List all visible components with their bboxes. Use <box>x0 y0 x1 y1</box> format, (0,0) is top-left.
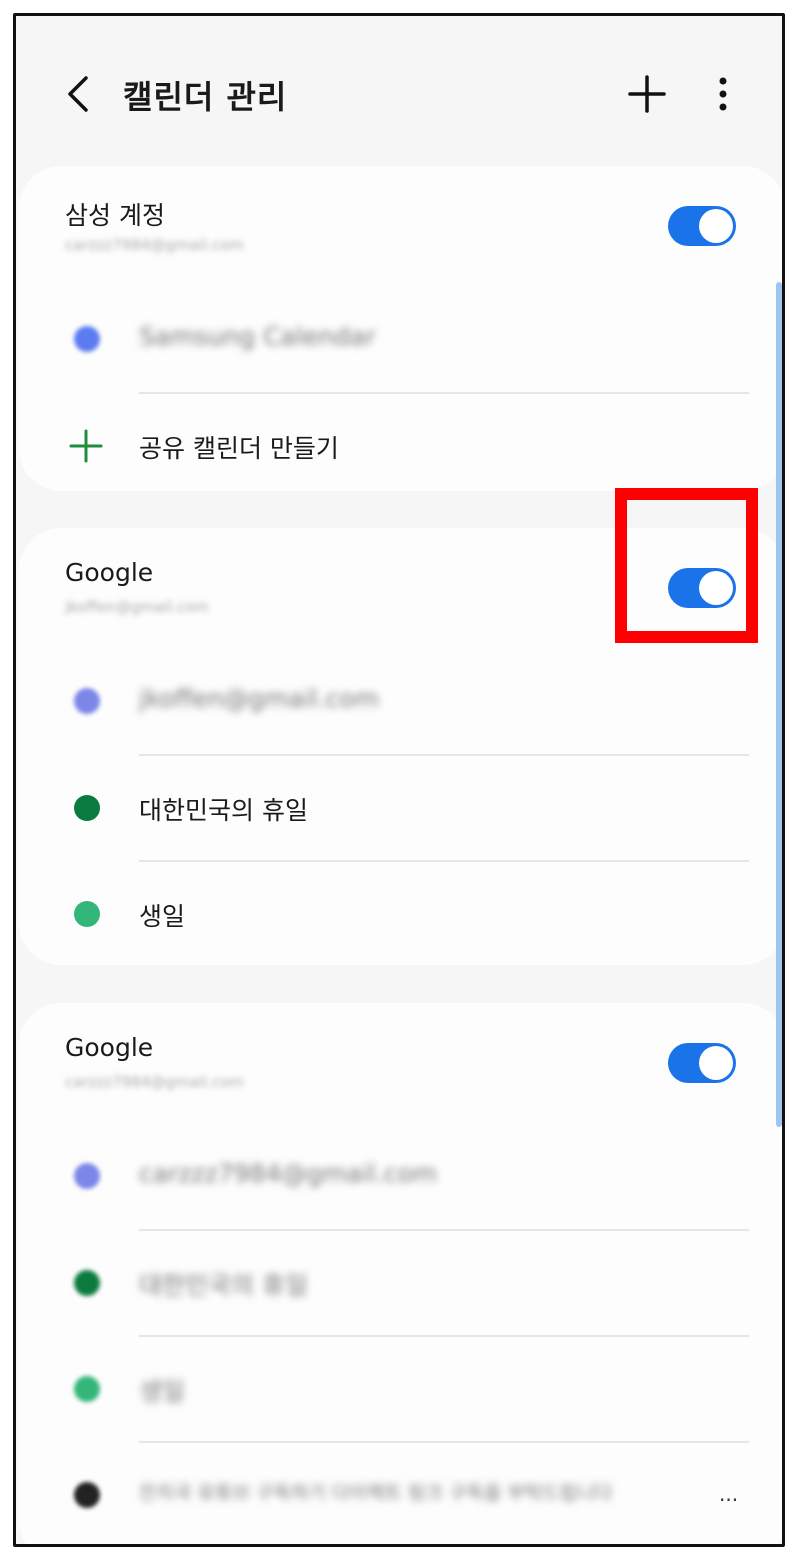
plus-icon[interactable] <box>627 74 667 114</box>
create-shared-calendar-label: 공유 캘린더 만들기 <box>139 434 339 463</box>
account-name: Google <box>65 1033 154 1062</box>
calendar-label: jkoffen@gmail.com <box>139 684 380 713</box>
account-email: carzzz7984@gmail.com <box>65 1073 244 1091</box>
calendar-color-dot <box>74 1270 100 1296</box>
account-email: jkoffen@gmail.com <box>65 598 210 616</box>
plus-icon <box>69 429 103 463</box>
account-card-google-2: Google carzzz7984@gmail.com carzzz7984@g… <box>19 1003 782 1544</box>
calendar-label: carzzz7984@gmail.com <box>139 1159 438 1188</box>
screen-frame: 캘린더 관리 삼성 계정 carzzz7984@gmail.com Samsun… <box>13 13 785 1547</box>
account-sync-toggle[interactable] <box>668 1043 736 1083</box>
page-title: 캘린더 관리 <box>123 78 288 116</box>
calendar-row[interactable]: 대한민국의 휴일 <box>19 755 782 861</box>
calendar-row[interactable]: 잔치국 유튜브 구독하기 다이렉트 링크 구독을 부탁드립니다 ... <box>19 1442 782 1544</box>
calendar-label: 생일 <box>139 902 186 931</box>
account-name: Google <box>65 558 154 587</box>
calendar-color-dot <box>74 795 100 821</box>
calendar-row[interactable]: 생일 <box>19 1336 782 1442</box>
calendar-row[interactable]: Samsung Calendar <box>19 286 782 392</box>
more-vertical-icon[interactable] <box>708 74 738 114</box>
account-email: carzzz7984@gmail.com <box>65 236 244 254</box>
app-bar: 캘린더 관리 <box>16 16 782 166</box>
calendar-label: 생일 <box>139 1377 186 1406</box>
calendar-color-dot <box>74 326 100 352</box>
create-shared-calendar-row[interactable]: 공유 캘린더 만들기 <box>19 393 782 499</box>
calendar-row[interactable]: carzzz7984@gmail.com <box>19 1123 782 1229</box>
calendar-label: 대한민국의 휴일 <box>139 1271 308 1300</box>
calendar-color-dot <box>74 688 100 714</box>
account-name: 삼성 계정 <box>65 201 165 230</box>
ellipsis-text: ... <box>719 1482 739 1506</box>
calendar-color-dot <box>74 1376 100 1402</box>
calendar-color-dot <box>74 1163 100 1189</box>
calendar-label: 잔치국 유튜브 구독하기 다이렉트 링크 구독을 부탁드립니다 <box>139 1482 613 1504</box>
calendar-color-dot <box>74 1482 100 1508</box>
calendar-label: 대한민국의 휴일 <box>139 796 308 825</box>
calendar-color-dot <box>74 901 100 927</box>
highlight-box <box>615 488 758 643</box>
calendar-row[interactable]: jkoffen@gmail.com <box>19 648 782 754</box>
account-card-samsung: 삼성 계정 carzzz7984@gmail.com Samsung Calen… <box>19 166 782 491</box>
calendar-label: Samsung Calendar <box>139 322 376 351</box>
calendar-row[interactable]: 대한민국의 휴일 <box>19 1230 782 1336</box>
toggle-knob <box>699 1046 733 1080</box>
account-sync-toggle[interactable] <box>668 206 736 246</box>
scrollbar[interactable] <box>776 282 782 1127</box>
chevron-left-icon[interactable] <box>60 74 100 114</box>
calendar-row[interactable]: 생일 <box>19 861 782 967</box>
toggle-knob <box>699 209 733 243</box>
